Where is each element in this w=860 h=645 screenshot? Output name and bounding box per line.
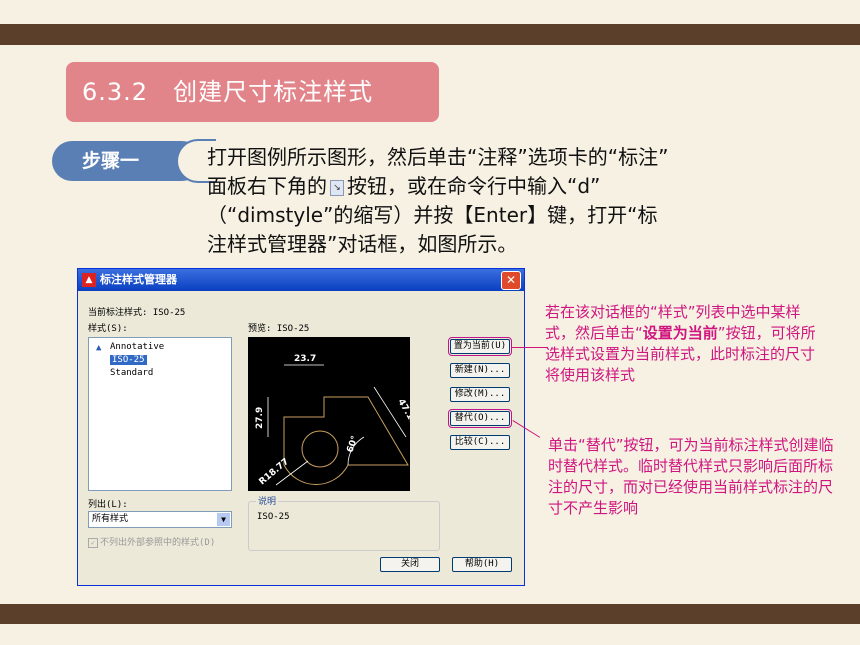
close-icon[interactable]: ✕: [501, 271, 521, 290]
compare-button[interactable]: 比较(C)...: [450, 435, 510, 450]
style-item-label: ISO-25: [110, 355, 147, 365]
checkbox-icon: ✓: [88, 537, 98, 548]
step-label: 步骤一: [82, 150, 140, 172]
callout-connector-1: [512, 347, 548, 348]
help-button[interactable]: 帮助(H): [452, 557, 512, 572]
style-item-label: Annotative: [110, 342, 165, 352]
new-button[interactable]: 新建(N)...: [450, 363, 510, 378]
current-style-label: 当前标注样式: ISO-25: [88, 308, 186, 318]
xref-checkbox[interactable]: ✓ 不列出外部参照中的样式(D): [88, 535, 215, 548]
top-band: [0, 24, 860, 45]
set-current-button[interactable]: 置为当前(U): [448, 337, 512, 356]
dimstyle-manager-dialog: ▲ 标注样式管理器 ✕ 当前标注样式: ISO-25 样式(S): 预览: IS…: [77, 268, 525, 586]
list-label: 列出(L):: [88, 500, 128, 510]
styles-label: 样式(S):: [88, 324, 128, 334]
list-filter-select[interactable]: 所有样式 ▼: [88, 511, 232, 528]
preview-label: 预览: ISO-25: [248, 324, 310, 334]
section-title: 6.3.2 创建尺寸标注样式: [66, 62, 439, 122]
callout-override: 单击“替代”按钮，可为当前标注样式创建临时替代样式。临时替代样式只影响后面所标注…: [548, 436, 834, 517]
description-value: ISO-25: [257, 512, 290, 522]
list-filter-value: 所有样式: [92, 514, 129, 524]
instruction-line-4: 注样式管理器”对话框，如图所示。: [207, 232, 518, 256]
preview-drawing: 23.7 27.9 47.15 60° R18.77: [255, 354, 418, 487]
style-item-iso-25[interactable]: ISO-25: [92, 354, 228, 367]
callout-bold-text: 设置为当前: [642, 324, 718, 342]
style-item-label: Standard: [110, 368, 154, 378]
close-button[interactable]: 关闭: [380, 557, 440, 572]
style-item-standard[interactable]: Standard: [92, 367, 228, 380]
instruction-line-2: 面板右下角的 ↘ 按钮，或在命令行中输入“d”: [207, 172, 807, 201]
dim-right-text: 47.15: [395, 398, 410, 428]
chevron-down-icon[interactable]: ▼: [217, 513, 230, 526]
dialog-title: 标注样式管理器: [100, 273, 177, 286]
styles-list[interactable]: ▲ Annotative ISO-25 Standard: [88, 337, 232, 491]
description-box: ISO-25: [248, 501, 440, 551]
instruction-line-2a: 面板右下角的: [207, 174, 327, 198]
instruction-line-3: （“dimstyle”的缩写）并按【Enter】键，打开“标: [207, 203, 658, 227]
preview-outline: [283, 396, 409, 486]
bottom-band: [0, 604, 860, 624]
dim-left-text: 27.9: [255, 407, 265, 429]
style-item-annotative[interactable]: ▲ Annotative: [92, 341, 228, 354]
autocad-icon: ▲: [82, 273, 96, 287]
callout-set-current: 若在该对话框的“样式”列表中选中某样式，然后单击“设置为当前”按钮，可将所选样式…: [545, 302, 820, 386]
modify-button[interactable]: 修改(M)...: [450, 387, 510, 402]
style-preview: 23.7 27.9 47.15 60° R18.77: [248, 337, 418, 491]
dialog-launcher-icon: ↘: [330, 179, 344, 196]
instruction-text: 打开图例所示图形，然后单击“注释”选项卡的“标注” 面板右下角的 ↘ 按钮，或在命令…: [207, 143, 807, 259]
step-badge: 步骤一: [52, 139, 216, 183]
instruction-line-1: 打开图例所示图形，然后单击“注释”选项卡的“标注”: [207, 145, 669, 169]
dim-top-text: 23.7: [294, 354, 316, 364]
dim-angle-text: 60°: [345, 435, 360, 454]
dialog-titlebar[interactable]: ▲ 标注样式管理器 ✕: [78, 269, 524, 291]
description-label: 说明: [256, 494, 279, 507]
dim-radius-text: R18.77: [258, 457, 292, 487]
instruction-line-2b: 按钮，或在命令行中输入“d”: [347, 174, 601, 198]
override-button[interactable]: 替代(O)...: [448, 409, 512, 428]
xref-checkbox-label: 不列出外部参照中的样式(D): [100, 538, 216, 548]
